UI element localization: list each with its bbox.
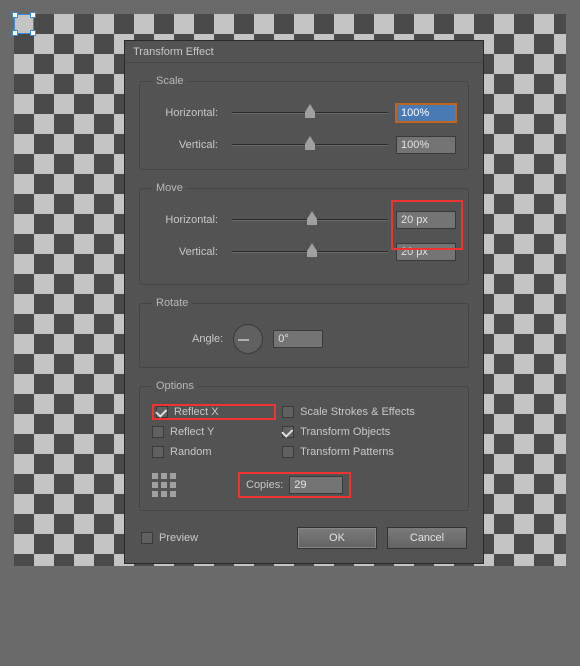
- dialog-titlebar[interactable]: Transform Effect: [125, 41, 483, 63]
- checkbox-icon: [141, 532, 153, 544]
- rotate-group: Rotate Angle:: [139, 297, 469, 368]
- move-vertical-label: Vertical:: [152, 246, 224, 258]
- cancel-button[interactable]: Cancel: [387, 527, 467, 549]
- checkbox-icon: [152, 426, 164, 438]
- reflect-y-label: Reflect Y: [170, 426, 214, 438]
- preview-checkbox[interactable]: Preview: [141, 532, 198, 544]
- checkbox-icon: [282, 426, 294, 438]
- rotate-angle-dial[interactable]: [233, 324, 263, 354]
- rotate-angle-input[interactable]: [273, 330, 323, 348]
- reflect-x-label: Reflect X: [174, 406, 219, 418]
- scale-vertical-slider[interactable]: [232, 138, 388, 152]
- dialog-title: Transform Effect: [133, 46, 214, 58]
- rotate-legend: Rotate: [152, 297, 192, 309]
- move-legend: Move: [152, 182, 187, 194]
- transform-patterns-label: Transform Patterns: [300, 446, 394, 458]
- random-checkbox[interactable]: Random: [152, 446, 276, 458]
- resize-handle-tr[interactable]: [30, 12, 36, 18]
- reflect-y-checkbox[interactable]: Reflect Y: [152, 426, 276, 438]
- checkbox-icon: [282, 406, 294, 418]
- move-horizontal-input[interactable]: [396, 211, 456, 229]
- transform-objects-label: Transform Objects: [300, 426, 390, 438]
- options-legend: Options: [152, 380, 198, 392]
- move-horizontal-slider[interactable]: [232, 213, 388, 227]
- scale-strokes-label: Scale Strokes & Effects: [300, 406, 415, 418]
- dialog-footer: Preview OK Cancel: [139, 523, 469, 553]
- highlight-copies: Copies:: [238, 472, 351, 498]
- scale-horizontal-label: Horizontal:: [152, 107, 224, 119]
- copies-input[interactable]: [289, 476, 343, 494]
- transform-objects-checkbox[interactable]: Transform Objects: [282, 426, 456, 438]
- move-vertical-input[interactable]: [396, 243, 456, 261]
- checkbox-icon: [156, 406, 168, 418]
- scale-horizontal-slider[interactable]: [232, 106, 388, 120]
- move-vertical-slider[interactable]: [232, 245, 388, 259]
- ok-button[interactable]: OK: [297, 527, 377, 549]
- scale-group: Scale Horizontal: Vertical:: [139, 75, 469, 170]
- move-group: Move Horizontal: Vertical:: [139, 182, 469, 285]
- random-label: Random: [170, 446, 212, 458]
- resize-handle-tl[interactable]: [12, 12, 18, 18]
- anchor-point-grid[interactable]: [152, 473, 176, 497]
- scale-vertical-label: Vertical:: [152, 139, 224, 151]
- selected-object-bounds[interactable]: [14, 14, 34, 34]
- rotate-angle-label: Angle:: [192, 333, 223, 345]
- scale-vertical-input[interactable]: [396, 136, 456, 154]
- reflect-x-checkbox[interactable]: Reflect X: [152, 404, 276, 420]
- transform-patterns-checkbox[interactable]: Transform Patterns: [282, 446, 456, 458]
- resize-handle-bl[interactable]: [12, 30, 18, 36]
- scale-legend: Scale: [152, 75, 188, 87]
- checkbox-icon: [282, 446, 294, 458]
- transform-effect-dialog: Transform Effect Scale Horizontal: Verti…: [124, 40, 484, 564]
- resize-handle-br[interactable]: [30, 30, 36, 36]
- copies-label: Copies:: [246, 479, 283, 491]
- scale-horizontal-input[interactable]: [396, 104, 456, 122]
- scale-strokes-checkbox[interactable]: Scale Strokes & Effects: [282, 406, 456, 418]
- move-horizontal-label: Horizontal:: [152, 214, 224, 226]
- options-group: Options Reflect X Scale Strokes & Effect…: [139, 380, 469, 511]
- checkbox-icon: [152, 446, 164, 458]
- preview-label: Preview: [159, 532, 198, 544]
